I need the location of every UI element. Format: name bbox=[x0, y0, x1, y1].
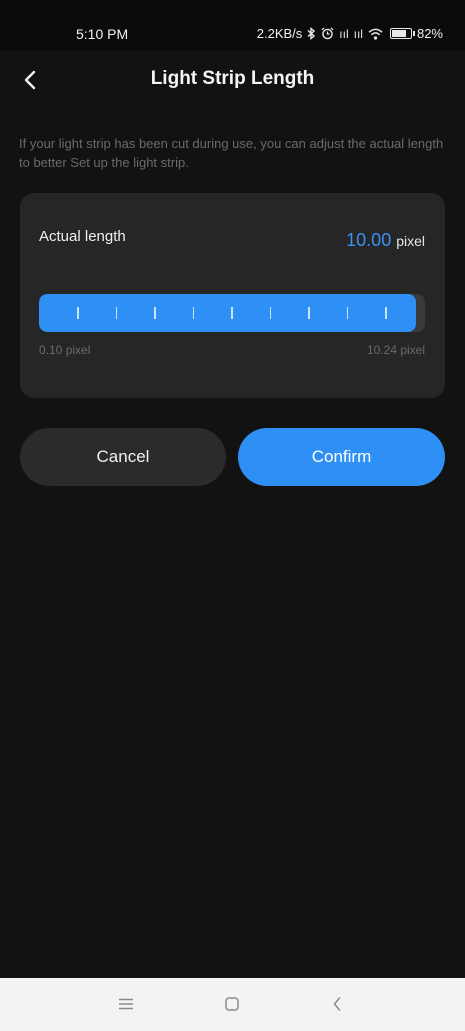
system-nav-bar bbox=[0, 978, 465, 1031]
header: Light Strip Length bbox=[0, 56, 465, 104]
cancel-button[interactable]: Cancel bbox=[20, 428, 226, 486]
battery-icon bbox=[389, 28, 415, 39]
slider-tick bbox=[192, 307, 194, 319]
recent-apps-button[interactable] bbox=[106, 988, 146, 1020]
slider-tick bbox=[154, 307, 156, 319]
status-icons: 2.2KB/s ııl ııl 82% bbox=[257, 26, 443, 41]
menu-icon bbox=[119, 998, 133, 1010]
slider-tick bbox=[269, 307, 271, 319]
slider-tick bbox=[385, 307, 387, 319]
home-button[interactable] bbox=[212, 988, 252, 1020]
signal-icon: ııl bbox=[353, 26, 363, 41]
wifi-icon bbox=[368, 28, 383, 40]
screen: 5:10 PM 2.2KB/s ııl ııl 82% Light Strip … bbox=[0, 0, 465, 1031]
slider-fill bbox=[39, 294, 416, 332]
confirm-button[interactable]: Confirm bbox=[238, 428, 445, 486]
length-value-display: 10.00 pixel bbox=[346, 230, 425, 251]
home-icon bbox=[225, 997, 239, 1011]
slider-tick bbox=[346, 307, 348, 319]
back-icon bbox=[333, 997, 341, 1011]
slider-tick bbox=[115, 307, 117, 319]
battery-percent: 82% bbox=[416, 26, 443, 41]
bluetooth-icon bbox=[307, 27, 316, 40]
status-bar: 5:10 PM 2.2KB/s ııl ııl 82% bbox=[0, 0, 465, 50]
range-max-label: 10.24 pixel bbox=[366, 343, 425, 357]
alarm-icon bbox=[321, 27, 334, 40]
slider-tick bbox=[308, 307, 310, 319]
slider-tick bbox=[231, 307, 233, 319]
network-speed: 2.2KB/s bbox=[256, 26, 303, 41]
nav-back-button[interactable] bbox=[317, 988, 357, 1020]
length-card: Actual length 10.00 pixel 0.10 pixel 10.2… bbox=[20, 193, 445, 398]
length-value: 10.00 bbox=[346, 230, 392, 250]
page-title: Light Strip Length bbox=[150, 68, 315, 89]
length-unit: pixel bbox=[396, 233, 425, 249]
status-time: 5:10 PM bbox=[76, 26, 129, 42]
slider-tick bbox=[77, 307, 79, 319]
actual-length-label: Actual length bbox=[39, 228, 126, 245]
length-slider[interactable] bbox=[39, 294, 425, 332]
description-text: If your light strip has been cut during … bbox=[19, 136, 444, 170]
range-min-label: 0.10 pixel bbox=[39, 343, 91, 357]
signal-icon: ııl bbox=[339, 26, 349, 41]
